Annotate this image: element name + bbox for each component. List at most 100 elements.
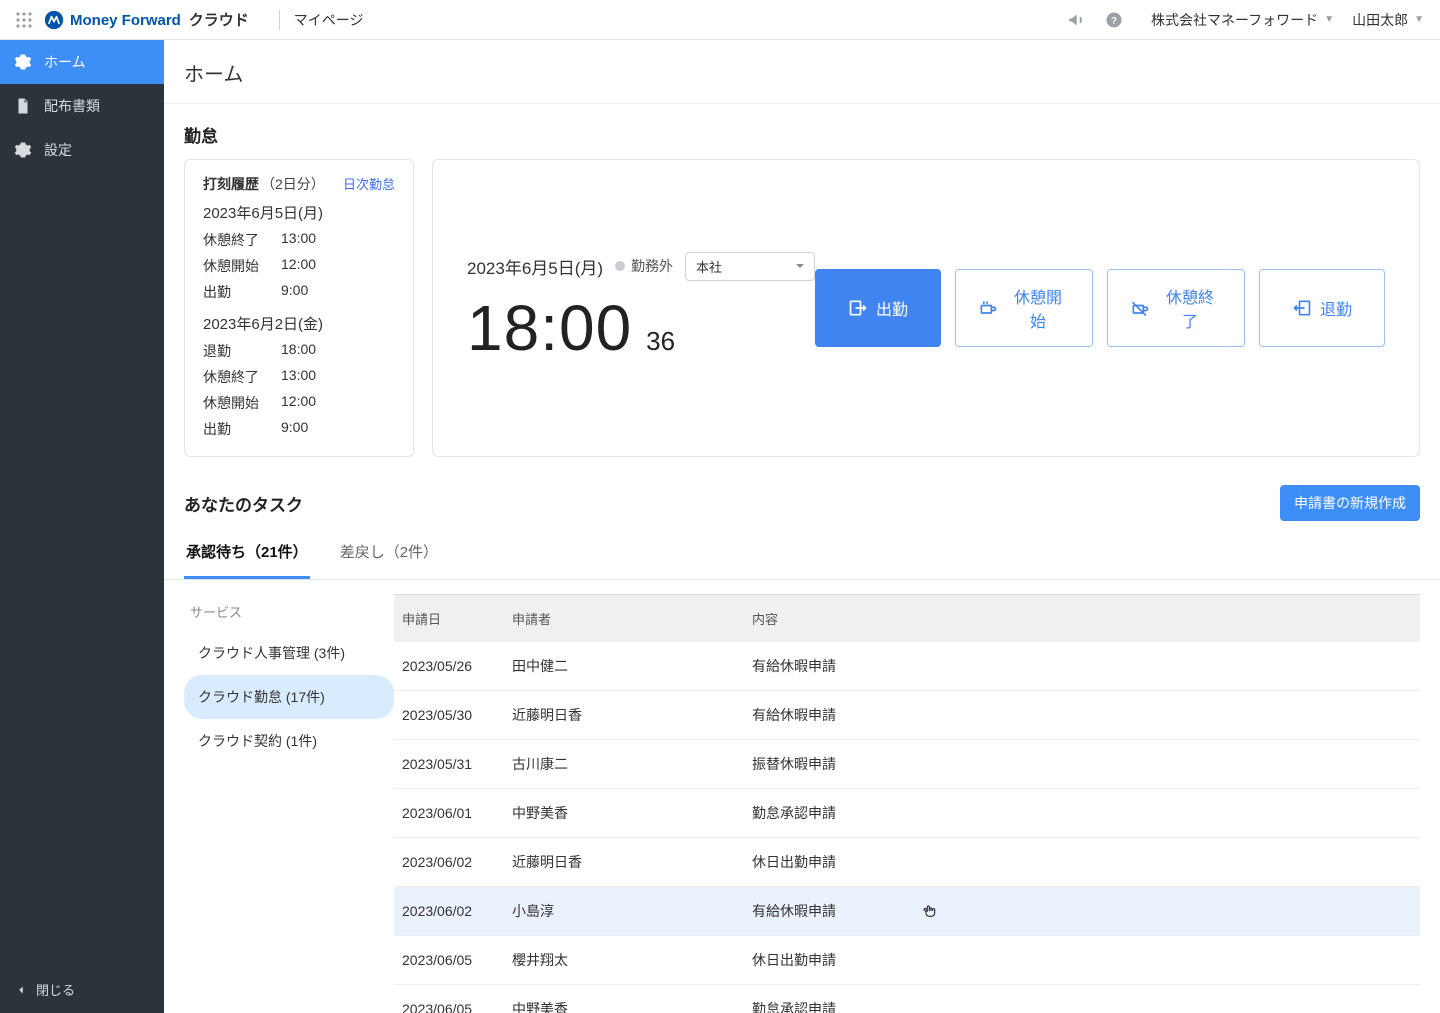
gear-icon	[14, 141, 32, 159]
cell-applicant: 中野美香	[512, 999, 752, 1013]
table-row[interactable]: 2023/06/02小島淳有給休暇申請	[394, 887, 1420, 936]
table-row[interactable]: 2023/05/26田中健二有給休暇申請	[394, 642, 1420, 691]
history-row: 休憩終了13:00	[203, 227, 395, 253]
cell-applicant: 小島淳	[512, 901, 752, 921]
service-label: クラウド人事管理 (3件)	[198, 645, 345, 661]
history-label: 退勤	[203, 341, 281, 361]
table-row[interactable]: 2023/06/05中野美香勤怠承認申請	[394, 985, 1420, 1013]
cell-date: 2023/06/02	[402, 903, 512, 919]
col-applicant: 申請者	[512, 609, 752, 628]
cell-applicant: 田中健二	[512, 656, 752, 676]
history-value: 9:00	[281, 419, 308, 439]
tab-pending[interactable]: 承認待ち（21件）	[184, 527, 310, 579]
apps-grid-icon[interactable]	[16, 12, 32, 28]
sidebar-item-label: 配布書類	[44, 96, 100, 116]
sidebar-item-home[interactable]: ホーム	[0, 40, 164, 84]
header-page-label: マイページ	[294, 10, 364, 30]
service-filter-list: サービス クラウド人事管理 (3件) クラウド勤怠 (17件) クラウド契約 (…	[184, 594, 394, 1013]
history-count: （2日分）	[261, 176, 325, 192]
chevron-left-icon	[14, 983, 28, 997]
task-tabs: 承認待ち（21件） 差戻し（2件）	[164, 527, 1440, 580]
tab-returned[interactable]: 差戻し（2件）	[338, 527, 440, 579]
table-header: 申請日 申請者 内容	[394, 595, 1420, 642]
break-start-label: 休憩開始	[1006, 284, 1070, 332]
history-value: 12:00	[281, 393, 316, 413]
cell-applicant: 古川康二	[512, 754, 752, 774]
clock-card: 2023年6月5日(月) 勤務外 本社 18:00 36	[432, 159, 1420, 457]
sidebar-item-settings[interactable]: 設定	[0, 128, 164, 172]
break-start-button[interactable]: 休憩開始	[955, 269, 1093, 347]
service-label: クラウド勤怠 (17件)	[198, 689, 325, 705]
history-row: 休憩開始12:00	[203, 253, 395, 279]
logo-text-mf: Money Forward	[70, 12, 181, 29]
cell-date: 2023/05/30	[402, 707, 512, 723]
chevron-down-icon: ▼	[1414, 14, 1424, 25]
history-row: 退勤18:00	[203, 338, 395, 364]
history-label: 休憩終了	[203, 367, 281, 387]
chevron-down-icon: ▼	[1324, 14, 1334, 25]
global-header: Money Forward クラウド マイページ ? 株式会社マネーフォワード …	[0, 0, 1440, 40]
history-date: 2023年6月2日(金)	[203, 313, 395, 334]
attendance-section-title: 勤怠	[184, 122, 1420, 147]
tab-label: 差戻し（2件）	[340, 544, 438, 561]
history-label: 休憩開始	[203, 393, 281, 413]
sidebar: ホーム 配布書類 設定 閉じる	[0, 40, 164, 1013]
location-select[interactable]: 本社	[685, 252, 815, 281]
cell-date: 2023/06/02	[402, 854, 512, 870]
table-row[interactable]: 2023/06/01中野美香勤怠承認申請	[394, 789, 1420, 838]
cell-content: 休日出勤申請	[752, 852, 1412, 872]
history-label: 出勤	[203, 282, 281, 302]
daily-attendance-link[interactable]: 日次勤怠	[343, 174, 395, 193]
sidebar-item-documents[interactable]: 配布書類	[0, 84, 164, 128]
history-row: 休憩終了13:00	[203, 364, 395, 390]
cell-content: 振替休暇申請	[752, 754, 1412, 774]
cell-content: 有給休暇申請	[752, 901, 1412, 921]
logo-mark-icon	[44, 10, 64, 30]
user-menu[interactable]: 山田太郎 ▼	[1352, 10, 1424, 30]
break-end-button[interactable]: 休憩終了	[1107, 269, 1245, 347]
cell-date: 2023/05/26	[402, 658, 512, 674]
user-name: 山田太郎	[1352, 10, 1408, 30]
cell-date: 2023/06/05	[402, 952, 512, 968]
sidebar-item-label: ホーム	[44, 52, 86, 72]
history-value: 13:00	[281, 230, 316, 250]
service-label: クラウド契約 (1件)	[198, 733, 317, 749]
cell-content: 有給休暇申請	[752, 705, 1412, 725]
tasks-section-title: あなたのタスク	[184, 491, 303, 516]
gear-icon	[14, 53, 32, 71]
history-value: 12:00	[281, 256, 316, 276]
clock-hhmm: 18:00	[467, 291, 632, 365]
exit-icon	[1292, 298, 1312, 318]
history-title: 打刻履歴	[203, 176, 259, 192]
table-row[interactable]: 2023/05/31古川康二振替休暇申請	[394, 740, 1420, 789]
help-icon[interactable]: ?	[1105, 11, 1123, 29]
company-switcher[interactable]: 株式会社マネーフォワード ▼	[1151, 10, 1334, 30]
clock-out-button[interactable]: 退勤	[1259, 269, 1385, 347]
service-heading: サービス	[190, 602, 394, 621]
clock-time: 18:00 36	[467, 291, 815, 365]
cell-applicant: 近藤明日香	[512, 705, 752, 725]
cell-content: 勤怠承認申請	[752, 803, 1412, 823]
clock-in-label: 出勤	[876, 296, 908, 320]
status-dot-icon	[615, 261, 625, 271]
cell-date: 2023/05/31	[402, 756, 512, 772]
service-item-contract[interactable]: クラウド契約 (1件)	[184, 719, 394, 763]
location-value: 本社	[696, 260, 722, 275]
request-table: 申請日 申請者 内容 2023/05/26田中健二有給休暇申請2023/05/3…	[394, 594, 1420, 1013]
announce-icon[interactable]	[1067, 11, 1085, 29]
sidebar-collapse-button[interactable]: 閉じる	[0, 966, 164, 1013]
table-row[interactable]: 2023/06/02近藤明日香休日出勤申請	[394, 838, 1420, 887]
table-row[interactable]: 2023/06/05櫻井翔太休日出勤申請	[394, 936, 1420, 985]
cell-applicant: 中野美香	[512, 803, 752, 823]
product-logo[interactable]: Money Forward クラウド	[44, 9, 249, 30]
service-item-attendance[interactable]: クラウド勤怠 (17件)	[184, 675, 394, 719]
clock-in-button[interactable]: 出勤	[815, 269, 941, 347]
new-request-button[interactable]: 申請書の新規作成	[1280, 485, 1420, 521]
history-row: 出勤9:00	[203, 416, 395, 442]
punch-history-card: 打刻履歴（2日分） 日次勤怠 2023年6月5日(月)休憩終了13:00休憩開始…	[184, 159, 414, 457]
logo-text-cloud: クラウド	[189, 12, 249, 29]
coffee-icon	[978, 298, 998, 318]
service-item-hr[interactable]: クラウド人事管理 (3件)	[184, 631, 394, 675]
table-row[interactable]: 2023/05/30近藤明日香有給休暇申請	[394, 691, 1420, 740]
clock-out-label: 退勤	[1320, 296, 1352, 320]
